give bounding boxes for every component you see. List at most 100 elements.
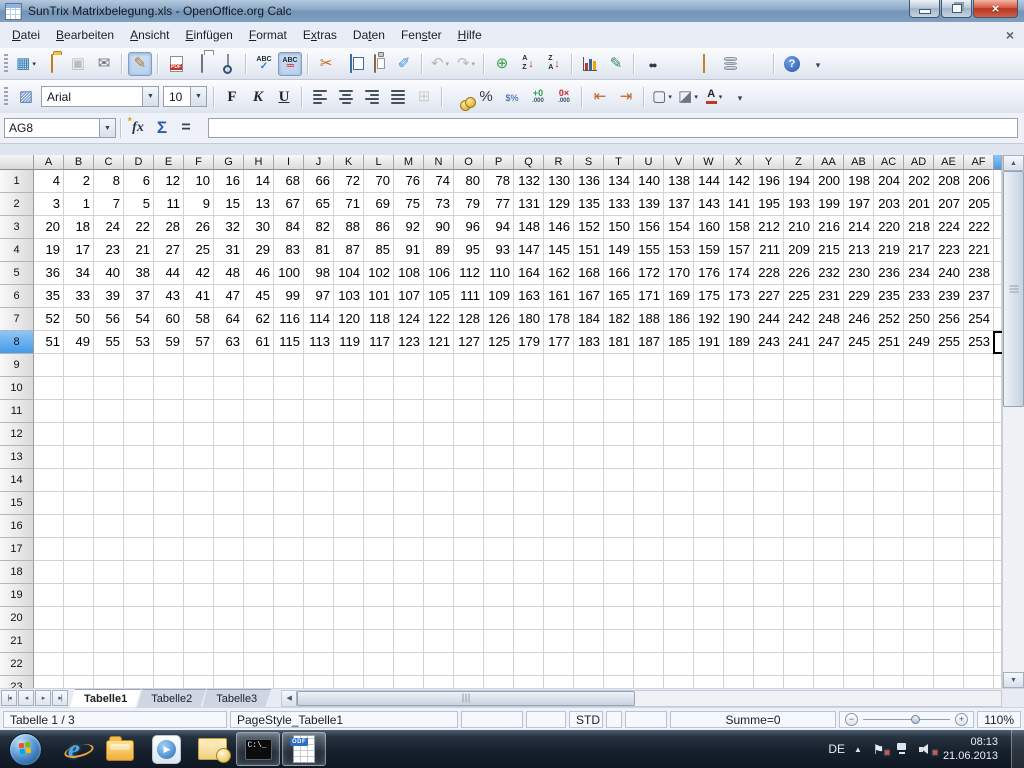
cell-X16[interactable]: [724, 515, 754, 538]
cell-W23[interactable]: [694, 676, 724, 688]
styles-button[interactable]: ▨: [14, 85, 38, 109]
cell-AA5[interactable]: 232: [814, 262, 844, 285]
cell-Q21[interactable]: [514, 630, 544, 653]
cell-G8[interactable]: 63: [214, 331, 244, 354]
column-header-A[interactable]: A: [34, 155, 64, 170]
cell-W12[interactable]: [694, 423, 724, 446]
currency-format-button[interactable]: [448, 85, 472, 109]
cell-W22[interactable]: [694, 653, 724, 676]
cell-E3[interactable]: 28: [154, 216, 184, 239]
cell-K20[interactable]: [334, 607, 364, 630]
cell-D12[interactable]: [124, 423, 154, 446]
cell-T16[interactable]: [604, 515, 634, 538]
cell-F18[interactable]: [184, 561, 214, 584]
cell-L7[interactable]: 118: [364, 308, 394, 331]
cell-Q5[interactable]: 164: [514, 262, 544, 285]
row-header-20[interactable]: 20: [0, 607, 34, 630]
font-color-button-dropdown-icon[interactable]: ▾: [719, 93, 723, 101]
cell-M20[interactable]: [394, 607, 424, 630]
cell-J3[interactable]: 82: [304, 216, 334, 239]
undo-button[interactable]: ↶▾: [428, 52, 452, 76]
cell-A11[interactable]: [34, 400, 64, 423]
cell-AE14[interactable]: [934, 469, 964, 492]
cell-O9[interactable]: [454, 354, 484, 377]
cell-Y6[interactable]: 227: [754, 285, 784, 308]
cell-H8[interactable]: 61: [244, 331, 274, 354]
cell-Z7[interactable]: 242: [784, 308, 814, 331]
cell-V6[interactable]: 169: [664, 285, 694, 308]
cell-AC19[interactable]: [874, 584, 904, 607]
cell-N11[interactable]: [424, 400, 454, 423]
cell-H12[interactable]: [244, 423, 274, 446]
cell-U13[interactable]: [634, 446, 664, 469]
cell-A15[interactable]: [34, 492, 64, 515]
cell-K21[interactable]: [334, 630, 364, 653]
cell-AG12[interactable]: [994, 423, 1002, 446]
cell-AC9[interactable]: [874, 354, 904, 377]
cell-D21[interactable]: [124, 630, 154, 653]
cell-Z20[interactable]: [784, 607, 814, 630]
cell-Z17[interactable]: [784, 538, 814, 561]
cell-R1[interactable]: 130: [544, 170, 574, 193]
cell-AD21[interactable]: [904, 630, 934, 653]
cell-AB23[interactable]: [844, 676, 874, 688]
cell-A1[interactable]: 4: [34, 170, 64, 193]
cell-J4[interactable]: 81: [304, 239, 334, 262]
column-header-T[interactable]: T: [604, 155, 634, 170]
cell-J15[interactable]: [304, 492, 334, 515]
cell-O19[interactable]: [454, 584, 484, 607]
cell-AG6[interactable]: [994, 285, 1002, 308]
column-header-G[interactable]: G: [214, 155, 244, 170]
window-titlebar[interactable]: SunTrix Matrixbelegung.xls - OpenOffice.…: [0, 0, 1024, 23]
cell-Q2[interactable]: 131: [514, 193, 544, 216]
cell-AD4[interactable]: 217: [904, 239, 934, 262]
cell-J20[interactable]: [304, 607, 334, 630]
cell-E8[interactable]: 59: [154, 331, 184, 354]
zoom-slider[interactable]: − +: [839, 711, 974, 728]
cell-K16[interactable]: [334, 515, 364, 538]
cell-AG23[interactable]: [994, 676, 1002, 688]
cell-AA10[interactable]: [814, 377, 844, 400]
cell-A6[interactable]: 35: [34, 285, 64, 308]
cell-O7[interactable]: 128: [454, 308, 484, 331]
cell-S3[interactable]: 152: [574, 216, 604, 239]
cell-AB3[interactable]: 214: [844, 216, 874, 239]
cell-I6[interactable]: 99: [274, 285, 304, 308]
cell-R10[interactable]: [544, 377, 574, 400]
cell-AG19[interactable]: [994, 584, 1002, 607]
cell-AF5[interactable]: 238: [964, 262, 994, 285]
cell-L19[interactable]: [364, 584, 394, 607]
cell-V8[interactable]: 185: [664, 331, 694, 354]
cell-L13[interactable]: [364, 446, 394, 469]
cell-F16[interactable]: [184, 515, 214, 538]
cell-L2[interactable]: 69: [364, 193, 394, 216]
cell-A7[interactable]: 52: [34, 308, 64, 331]
cell-M21[interactable]: [394, 630, 424, 653]
cell-G6[interactable]: 47: [214, 285, 244, 308]
cell-AC18[interactable]: [874, 561, 904, 584]
cell-A14[interactable]: [34, 469, 64, 492]
cell-AD17[interactable]: [904, 538, 934, 561]
cell-T9[interactable]: [604, 354, 634, 377]
cell-AC12[interactable]: [874, 423, 904, 446]
cell-C3[interactable]: 24: [94, 216, 124, 239]
cell-K19[interactable]: [334, 584, 364, 607]
cell-Y9[interactable]: [754, 354, 784, 377]
borders-button-dropdown-icon[interactable]: ▾: [668, 93, 672, 101]
cell-X17[interactable]: [724, 538, 754, 561]
cell-AG16[interactable]: [994, 515, 1002, 538]
start-button[interactable]: [9, 733, 42, 766]
cell-Q14[interactable]: [514, 469, 544, 492]
cell-G22[interactable]: [214, 653, 244, 676]
cell-M15[interactable]: [394, 492, 424, 515]
cell-AB2[interactable]: 197: [844, 193, 874, 216]
cell-AG18[interactable]: [994, 561, 1002, 584]
cell-A12[interactable]: [34, 423, 64, 446]
cell-N18[interactable]: [424, 561, 454, 584]
cell-F21[interactable]: [184, 630, 214, 653]
cell-D4[interactable]: 21: [124, 239, 154, 262]
cell-B10[interactable]: [64, 377, 94, 400]
cell-AC5[interactable]: 236: [874, 262, 904, 285]
cell-V16[interactable]: [664, 515, 694, 538]
cell-AB11[interactable]: [844, 400, 874, 423]
